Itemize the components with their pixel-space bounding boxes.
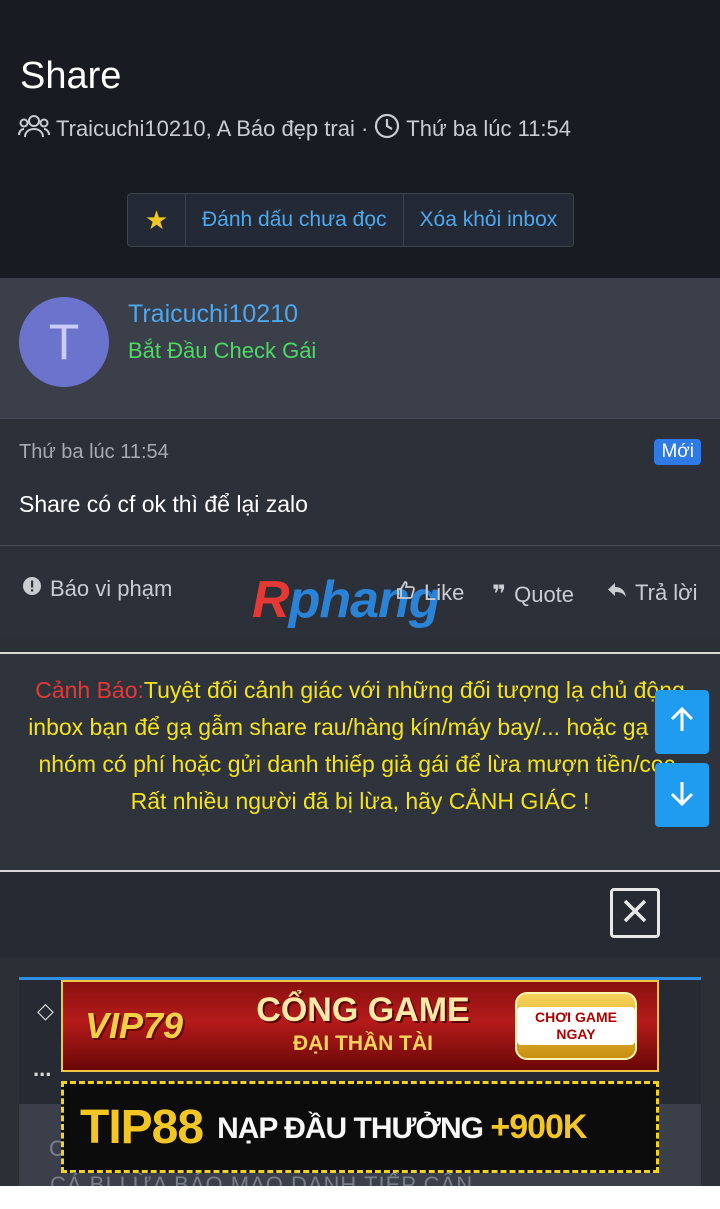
reply-button[interactable]: Trả lời bbox=[607, 580, 698, 606]
message-author: T Traicuchi10210 Bắt Đầu Check Gái bbox=[0, 278, 720, 418]
ad-bar bbox=[0, 872, 720, 958]
participants[interactable]: Traicuchi10210, A Báo đẹp trai · bbox=[56, 116, 368, 142]
ad-banner-vip79[interactable]: VIP79 CỔNG GAME ĐẠI THẦN TÀI CHƠI GAME N… bbox=[61, 980, 659, 1072]
ad-brand-vip79: VIP79 bbox=[85, 1005, 184, 1046]
page-title: Share bbox=[20, 55, 122, 97]
ad-play-button[interactable]: CHƠI GAME NGAY bbox=[515, 992, 637, 1060]
remove-inbox-button[interactable]: Xóa khỏi inbox bbox=[404, 194, 574, 246]
new-badge: Mới bbox=[654, 439, 701, 465]
ad-promo-text: NẠP ĐẦU THƯỞNG bbox=[217, 1111, 484, 1145]
more-options-icon[interactable]: ... bbox=[33, 1056, 51, 1082]
message: Thứ ba lúc 11:54 Mới Share có cf ok thì … bbox=[0, 418, 720, 634]
username-link[interactable]: Traicuchi10210 bbox=[128, 300, 298, 329]
reply-label: Trả lời bbox=[635, 580, 698, 605]
clock-icon bbox=[374, 113, 400, 145]
scam-warning: Cảnh Báo:Tuyệt đối cảnh giác với những đ… bbox=[0, 652, 720, 872]
quote-icon: ❞ bbox=[492, 581, 507, 608]
ad-title-sub: ĐẠI THẦN TÀI bbox=[293, 1032, 433, 1055]
ad-promo: NẠP ĐẦU THƯỞNG +900K bbox=[217, 1107, 587, 1147]
users-icon bbox=[18, 113, 50, 145]
reply-icon bbox=[607, 580, 627, 606]
scroll-up-button[interactable] bbox=[655, 690, 709, 754]
ad-banner-tip88[interactable]: TIP88 NẠP ĐẦU THƯỞNG +900K bbox=[61, 1081, 659, 1173]
alert-icon bbox=[22, 576, 42, 602]
ad-play-label: CHƠI GAME NGAY bbox=[517, 1007, 635, 1045]
conversation-meta: Traicuchi10210, A Báo đẹp trai · Thứ ba … bbox=[18, 113, 571, 145]
bottom-edge bbox=[0, 1186, 720, 1209]
like-label: Like bbox=[424, 580, 465, 605]
star-button[interactable]: ★ bbox=[128, 194, 186, 246]
warning-line2: Rất nhiều người đã bị lừa, hãy CẢNH GIÁC… bbox=[130, 788, 590, 814]
mark-unread-button[interactable]: Đánh dấu chưa đọc bbox=[186, 194, 404, 246]
avatar[interactable]: T bbox=[19, 297, 109, 387]
ad-title: CỔNG GAME ĐẠI THẦN TÀI bbox=[248, 990, 478, 1058]
ad-title-main: CỔNG GAME bbox=[256, 991, 470, 1029]
arrow-up-icon bbox=[667, 705, 697, 740]
ad-brand-tip88: TIP88 bbox=[80, 1100, 204, 1154]
ad-promo-amount: +900K bbox=[490, 1107, 587, 1146]
message-actions: Báo vi phạm Rphang Like ❞ Quote Trả lời bbox=[0, 545, 720, 635]
conversation-header: Share Traicuchi10210, A Báo đẹp trai · T… bbox=[0, 0, 720, 278]
like-button[interactable]: Like bbox=[396, 580, 464, 606]
report-label: Báo vi phạm bbox=[50, 576, 173, 601]
message-body: Share có cf ok thì để lại zalo bbox=[19, 491, 308, 517]
quote-label: Quote bbox=[514, 581, 575, 607]
eraser-icon[interactable]: ◇ bbox=[37, 998, 54, 1024]
message-time[interactable]: Thứ ba lúc 11:54 bbox=[19, 441, 169, 464]
close-ad-button[interactable] bbox=[610, 888, 660, 938]
scroll-down-button[interactable] bbox=[655, 763, 709, 827]
close-icon bbox=[620, 896, 650, 931]
thumbs-up-icon bbox=[396, 580, 416, 606]
logo-r: R bbox=[252, 571, 290, 629]
report-button[interactable]: Báo vi phạm bbox=[22, 576, 172, 602]
user-title: Bắt Đầu Check Gái bbox=[128, 338, 317, 363]
arrow-down-icon bbox=[667, 778, 697, 813]
conversation-time: Thứ ba lúc 11:54 bbox=[406, 116, 572, 141]
quote-button[interactable]: ❞ Quote bbox=[492, 580, 574, 609]
conversation-toolbar: ★ Đánh dấu chưa đọc Xóa khỏi inbox bbox=[127, 193, 575, 247]
warning-label: Cảnh Báo: bbox=[35, 677, 144, 703]
